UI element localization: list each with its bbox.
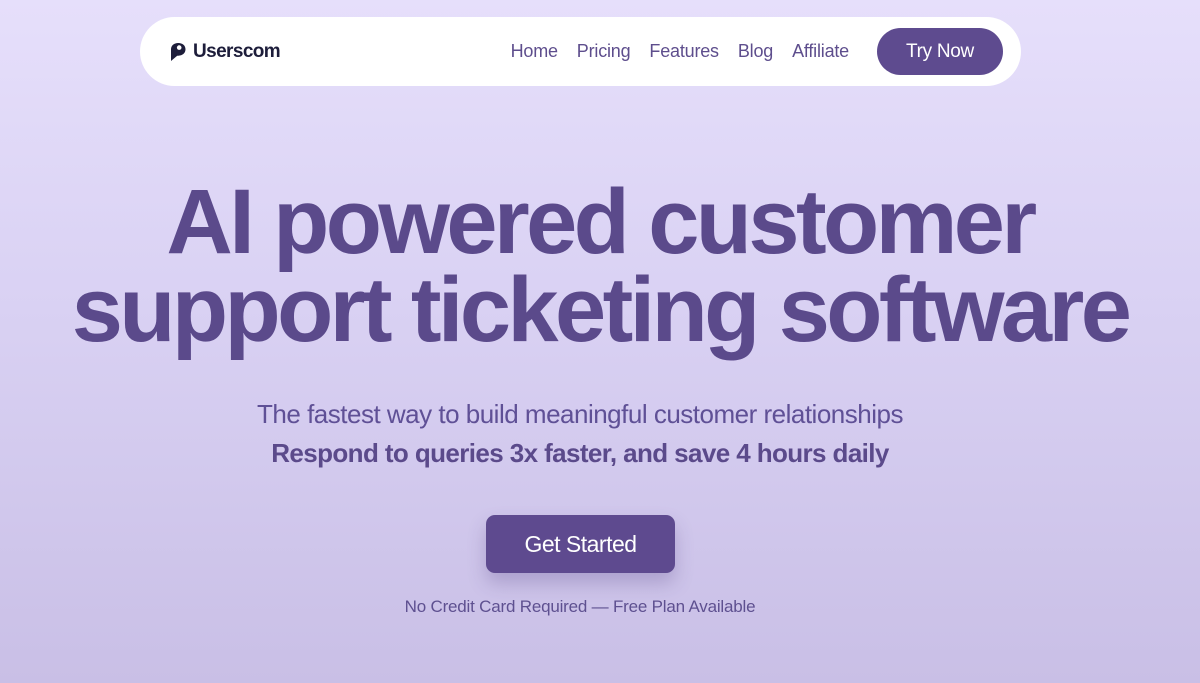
nav-link-features[interactable]: Features xyxy=(649,41,719,62)
nav-link-blog[interactable]: Blog xyxy=(738,41,773,62)
nav-links: Home Pricing Features Blog Affiliate xyxy=(511,41,850,62)
try-now-button[interactable]: Try Now xyxy=(877,28,1003,75)
hero-title: AI powered customer support ticketing so… xyxy=(0,171,1200,361)
nav-link-home[interactable]: Home xyxy=(511,41,558,62)
nav-link-pricing[interactable]: Pricing xyxy=(577,41,631,62)
hero-subtitle-strong: Respond to queries 3x faster, and save 4… xyxy=(271,438,889,468)
brand-name: Userscom xyxy=(193,40,281,62)
get-started-button[interactable]: Get Started xyxy=(486,515,675,573)
chat-bubble-logo-icon xyxy=(171,42,186,61)
hero-title-line-1: AI powered customer xyxy=(166,171,1037,273)
no-credit-card-note: No Credit Card Required — Free Plan Avai… xyxy=(404,597,756,616)
hero-subtitle: The fastest way to build meaningful cust… xyxy=(257,399,903,429)
brand-logo[interactable]: Userscom xyxy=(168,40,281,63)
top-navbar: Userscom Home Pricing Features Blog Affi… xyxy=(140,17,1021,86)
nav-link-affiliate[interactable]: Affiliate xyxy=(792,41,849,62)
hero-title-line-2: support ticketing software xyxy=(71,259,1132,361)
